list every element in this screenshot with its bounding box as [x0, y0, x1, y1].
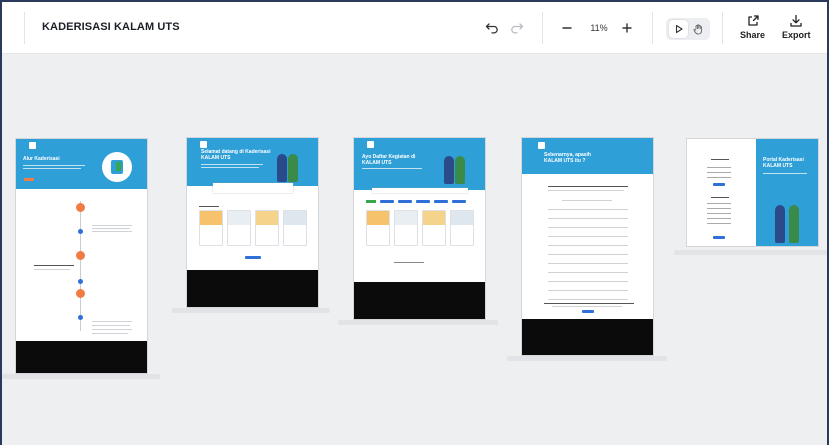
board-heading: Sebenarnya, apasih KALAM UTS itu ? — [544, 152, 591, 164]
logo-icon — [367, 141, 374, 148]
artboard-daftar-kegiatan[interactable]: Ayo Daftar Kegiatan di KALAM UTS — [354, 138, 485, 319]
board-base — [674, 250, 827, 255]
kalam-logo — [102, 152, 132, 182]
board-heading: Portal Kaderisasi KALAM UTS — [763, 157, 804, 169]
board-hero — [756, 139, 818, 246]
timeline-line — [80, 201, 81, 331]
board-footer — [354, 282, 485, 319]
text-line — [23, 168, 81, 169]
board-heading: Ayo Daftar Kegiatan di KALAM UTS — [362, 154, 416, 166]
toolbar-divider — [542, 12, 543, 44]
logo-icon — [200, 141, 207, 148]
share-label: Share — [740, 30, 766, 40]
character-illustration — [789, 205, 799, 243]
undo-icon — [485, 23, 498, 34]
board-base — [172, 308, 330, 313]
share-icon — [747, 15, 759, 26]
hand-icon — [693, 23, 702, 34]
zoom-out-button[interactable] — [560, 21, 574, 35]
pan-tool-button[interactable] — [688, 20, 707, 38]
timeline-dot — [78, 315, 83, 320]
toolbar-divider — [652, 12, 653, 44]
export-button[interactable]: Export — [782, 14, 811, 40]
timeline-dot — [78, 229, 83, 234]
artboard-tentang[interactable]: Sebenarnya, apasih KALAM UTS itu ? — [522, 138, 653, 355]
artboard-alur-kaderisasi[interactable]: Alur Kaderisasi — [16, 139, 147, 373]
share-button[interactable]: Share — [740, 14, 765, 40]
pointer-icon — [675, 24, 683, 34]
zoom-level[interactable]: 11% — [588, 23, 610, 33]
design-canvas[interactable]: Alur Kaderisasi Selamat datang di Kaderi… — [2, 55, 827, 445]
redo-icon — [511, 23, 524, 34]
download-icon — [790, 14, 802, 27]
interaction-mode-toggle — [666, 18, 710, 40]
timeline-dot — [78, 279, 83, 284]
timeline-dot — [76, 251, 85, 260]
artboard-portal-login[interactable]: Portal Kaderisasi KALAM UTS — [687, 139, 818, 246]
toolbar-divider — [722, 12, 723, 44]
redo-button[interactable] — [509, 20, 525, 36]
stats-bar — [213, 183, 293, 193]
board-footer — [187, 270, 318, 307]
character-illustration — [277, 154, 287, 182]
select-tool-button[interactable] — [669, 20, 688, 38]
board-heading: Alur Kaderisasi — [23, 156, 60, 162]
character-illustration — [775, 205, 785, 243]
top-toolbar: KADERISASI KALAM UTS 11% Share Export — [2, 2, 827, 54]
board-base — [338, 320, 498, 325]
text-line — [23, 165, 85, 166]
timeline-dot — [76, 203, 85, 212]
character-illustration — [288, 154, 298, 182]
toolbar-divider — [24, 12, 25, 44]
board-heading: Selamat datang di Kaderisasi KALAM UTS — [201, 149, 271, 161]
plus-icon — [622, 23, 632, 33]
zoom-in-button[interactable] — [620, 21, 634, 35]
editor-window: KADERISASI KALAM UTS 11% Share Export Al… — [2, 2, 827, 445]
timeline-dot — [76, 289, 85, 298]
search-bar — [372, 188, 468, 193]
cta-button — [24, 178, 34, 181]
undo-button[interactable] — [484, 20, 500, 36]
export-label: Export — [782, 30, 811, 40]
board-footer — [16, 341, 147, 373]
project-title: KADERISASI KALAM UTS — [42, 21, 180, 33]
board-footer — [522, 319, 653, 355]
board-base — [2, 374, 160, 379]
artboard-beranda[interactable]: Selamat datang di Kaderisasi KALAM UTS — [187, 138, 318, 307]
board-base — [507, 356, 667, 361]
logo-icon — [29, 142, 36, 149]
minus-icon — [562, 27, 572, 29]
logo-icon — [538, 142, 545, 149]
